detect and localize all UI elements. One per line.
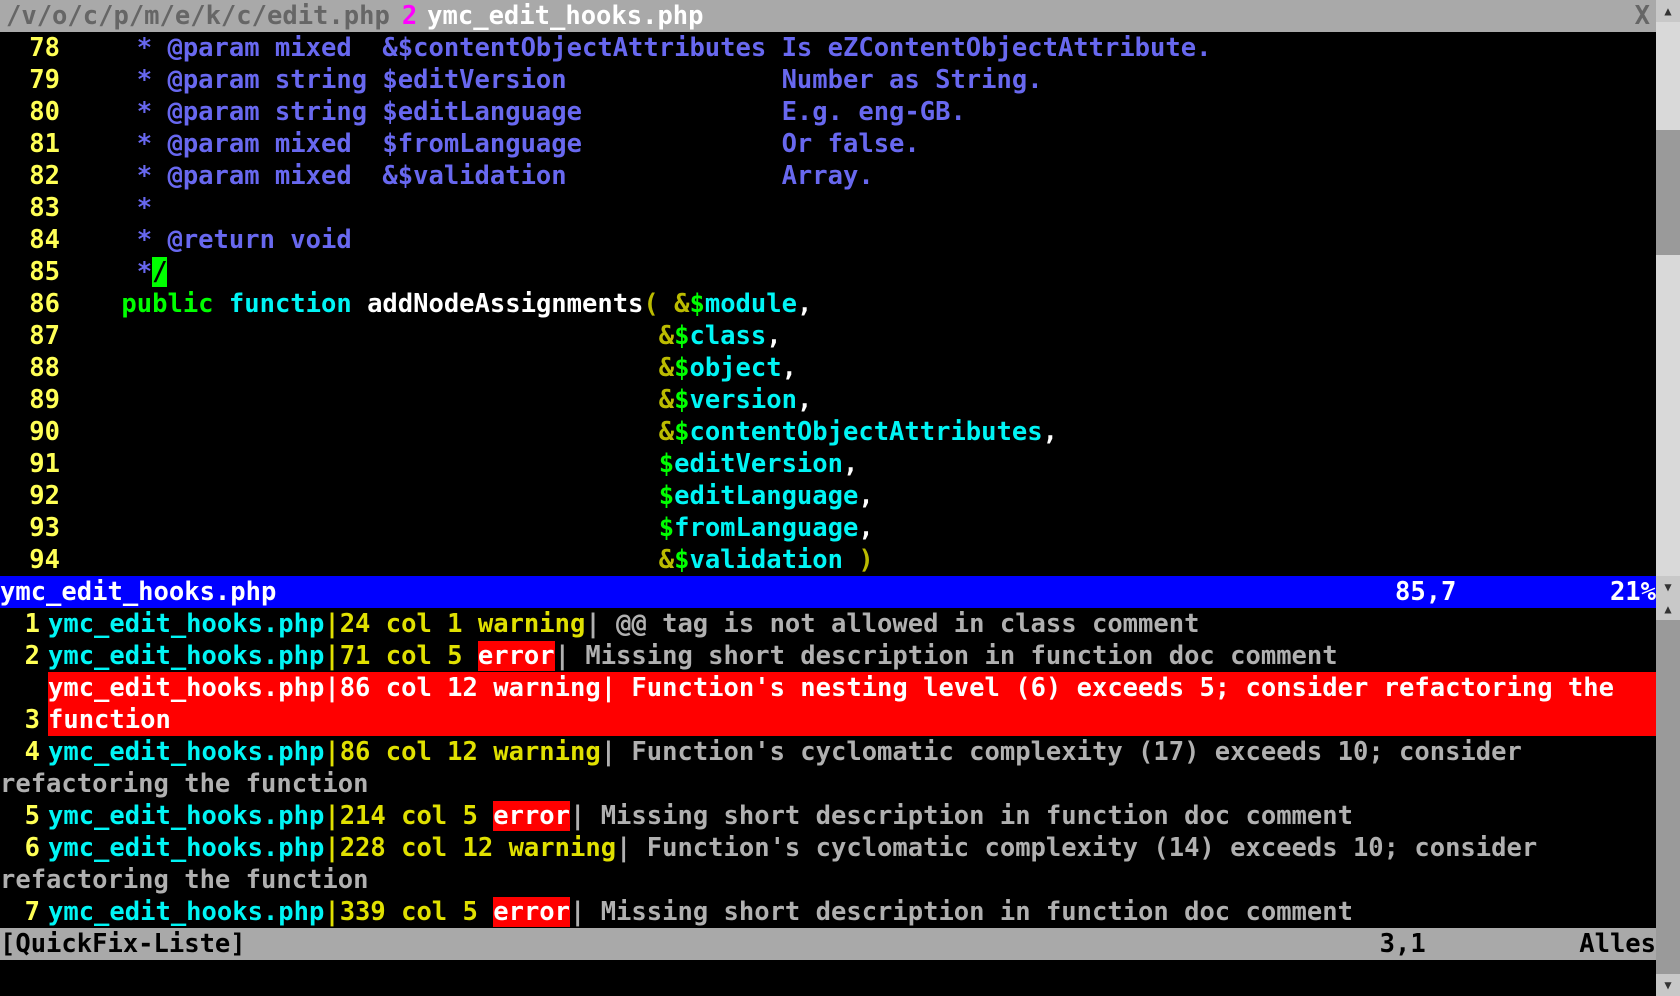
code-line: 79 * @param string $editVersion Number a… bbox=[0, 64, 1656, 96]
line-number: 94 bbox=[0, 544, 60, 576]
line-number: 90 bbox=[0, 416, 60, 448]
line-number: 85 bbox=[0, 256, 60, 288]
quickfix-item[interactable]: 1ymc_edit_hooks.php|24 col 1 warning| @@… bbox=[0, 608, 1656, 640]
tab-bar: /v/o/c/p/m/e/k/c/edit.php 2 ymc_edit_hoo… bbox=[0, 0, 1656, 32]
line-number: 2 bbox=[0, 640, 48, 672]
quickfix-label: [QuickFix-Liste] bbox=[0, 928, 246, 960]
scroll-down-icon[interactable]: ▼ bbox=[1656, 974, 1680, 996]
line-number: 88 bbox=[0, 352, 60, 384]
code-line: 88 &$object, bbox=[0, 352, 1656, 384]
quickfix-pos: 3,1 bbox=[1380, 928, 1426, 960]
line-number: 83 bbox=[0, 192, 60, 224]
line-number: 78 bbox=[0, 32, 60, 64]
line-number: 84 bbox=[0, 224, 60, 256]
line-number: 93 bbox=[0, 512, 60, 544]
line-number: 82 bbox=[0, 160, 60, 192]
line-number: 81 bbox=[0, 128, 60, 160]
status-file: ymc_edit_hooks.php bbox=[0, 576, 276, 608]
tab-bar-spacer bbox=[710, 0, 1629, 32]
scroll-up-icon[interactable]: ▲ bbox=[1656, 598, 1680, 620]
scroll-thumb[interactable] bbox=[1656, 130, 1680, 255]
line-number: 87 bbox=[0, 320, 60, 352]
vertical-scrollbar[interactable]: ▲ ▼ ▲ ▼ bbox=[1656, 0, 1680, 996]
line-number: 5 bbox=[0, 800, 48, 832]
quickfix-pct: Alles bbox=[1579, 928, 1656, 960]
code-line: 85 */ bbox=[0, 256, 1656, 288]
code-line: 93 $fromLanguage, bbox=[0, 512, 1656, 544]
line-number: 4 bbox=[0, 736, 48, 768]
code-line: 83 * bbox=[0, 192, 1656, 224]
status-line-quickfix: [QuickFix-Liste] 3,1 Alles bbox=[0, 928, 1656, 960]
line-number: 6 bbox=[0, 832, 48, 864]
line-number: 91 bbox=[0, 448, 60, 480]
line-number: 89 bbox=[0, 384, 60, 416]
line-number: 1 bbox=[0, 608, 48, 640]
line-number: 80 bbox=[0, 96, 60, 128]
line-number: 3 bbox=[0, 704, 48, 736]
scroll-track[interactable] bbox=[1656, 22, 1680, 576]
scroll-up-icon[interactable]: ▲ bbox=[1656, 0, 1680, 22]
code-line: 92 $editLanguage, bbox=[0, 480, 1656, 512]
tab-inactive[interactable]: /v/o/c/p/m/e/k/c/edit.php bbox=[0, 0, 396, 32]
scroll-thumb[interactable] bbox=[1656, 620, 1680, 974]
quickfix-pane[interactable]: 1ymc_edit_hooks.php|24 col 1 warning| @@… bbox=[0, 608, 1656, 928]
code-line: 78 * @param mixed &$contentObjectAttribu… bbox=[0, 32, 1656, 64]
code-line: 90 &$contentObjectAttributes, bbox=[0, 416, 1656, 448]
quickfix-item[interactable]: 3ymc_edit_hooks.php|86 col 12 warning| F… bbox=[0, 672, 1656, 736]
code-line: 91 $editVersion, bbox=[0, 448, 1656, 480]
editor-pane[interactable]: 78 * @param mixed &$contentObjectAttribu… bbox=[0, 32, 1656, 576]
tab-active[interactable]: 2 ymc_edit_hooks.php bbox=[396, 0, 710, 32]
status-pos: 85,7 bbox=[1395, 576, 1456, 608]
viewport: /v/o/c/p/m/e/k/c/edit.php 2 ymc_edit_hoo… bbox=[0, 0, 1656, 996]
line-number: 92 bbox=[0, 480, 60, 512]
code-line: 84 * @return void bbox=[0, 224, 1656, 256]
code-line: 86 public function addNodeAssignments( &… bbox=[0, 288, 1656, 320]
line-number: 86 bbox=[0, 288, 60, 320]
quickfix-item[interactable]: 2ymc_edit_hooks.php|71 col 5 error| Miss… bbox=[0, 640, 1656, 672]
code-line: 81 * @param mixed $fromLanguage Or false… bbox=[0, 128, 1656, 160]
code-line: 94 &$validation ) bbox=[0, 544, 1656, 576]
line-number: 7 bbox=[0, 896, 48, 928]
quickfix-item[interactable]: 7ymc_edit_hooks.php|339 col 5 error| Mis… bbox=[0, 896, 1656, 928]
code-line: 89 &$version, bbox=[0, 384, 1656, 416]
vim-screen: /v/o/c/p/m/e/k/c/edit.php 2 ymc_edit_hoo… bbox=[0, 0, 1680, 996]
code-line: 82 * @param mixed &$validation Array. bbox=[0, 160, 1656, 192]
quickfix-item[interactable]: 4ymc_edit_hooks.php|86 col 12 warning| F… bbox=[0, 736, 1656, 800]
tab-close-icon[interactable]: X bbox=[1629, 0, 1656, 32]
quickfix-item[interactable]: 6ymc_edit_hooks.php|228 col 12 warning| … bbox=[0, 832, 1656, 896]
status-line-editor: ymc_edit_hooks.php 85,7 21% bbox=[0, 576, 1656, 608]
tab-label: ymc_edit_hooks.php bbox=[427, 0, 703, 32]
cursor: / bbox=[152, 257, 167, 287]
code-line: 80 * @param string $editLanguage E.g. en… bbox=[0, 96, 1656, 128]
code-line: 87 &$class, bbox=[0, 320, 1656, 352]
scroll-down-icon[interactable]: ▼ bbox=[1656, 576, 1680, 598]
tab-number: 2 bbox=[402, 0, 417, 32]
quickfix-item[interactable]: 5ymc_edit_hooks.php|214 col 5 error| Mis… bbox=[0, 800, 1656, 832]
line-number: 79 bbox=[0, 64, 60, 96]
status-pct: 21% bbox=[1610, 576, 1656, 608]
